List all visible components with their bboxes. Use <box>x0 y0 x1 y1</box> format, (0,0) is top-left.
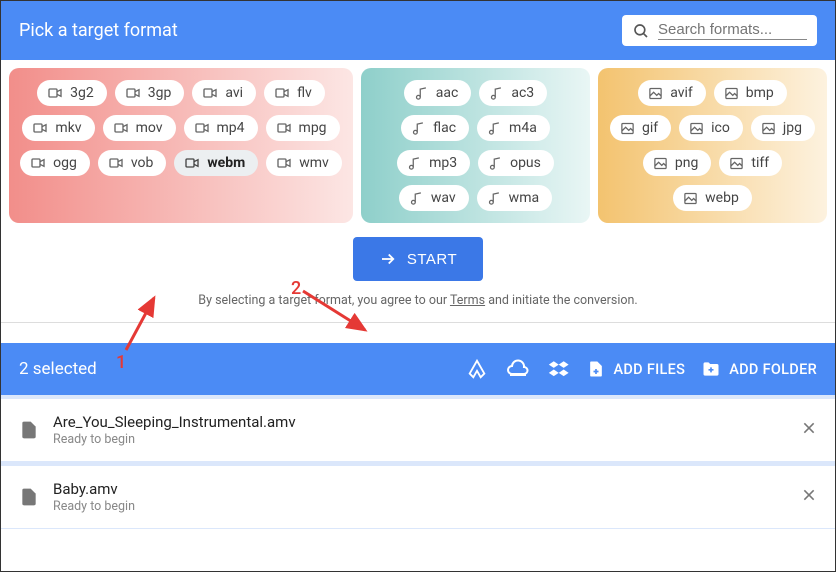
format-ico[interactable]: ico <box>679 115 743 141</box>
music-icon <box>407 156 422 171</box>
image-icon <box>653 156 668 171</box>
format-avif[interactable]: avif <box>638 80 706 106</box>
cloud-icon[interactable] <box>506 357 530 381</box>
image-icon <box>761 121 776 136</box>
format-m4a[interactable]: m4a <box>477 115 550 141</box>
dropbox-icon[interactable] <box>548 358 570 380</box>
search-input[interactable] <box>658 21 807 40</box>
add-files-button[interactable]: ADD FILES <box>586 359 686 379</box>
format-gif[interactable]: gif <box>610 115 671 141</box>
image-icon <box>729 156 744 171</box>
group-audio: aac ac3 flac m4a mp3 opus wav wma <box>361 68 590 223</box>
terms-link[interactable]: Terms <box>450 293 485 308</box>
remove-file-button[interactable] <box>801 487 817 508</box>
format-3g2[interactable]: 3g2 <box>37 80 107 106</box>
music-icon <box>488 156 503 171</box>
image-icon <box>724 86 739 101</box>
video-icon <box>30 155 46 171</box>
file-name: Are_You_Sleeping_Instrumental.amv <box>53 413 787 431</box>
format-opus[interactable]: opus <box>478 150 554 176</box>
format-mov[interactable]: mov <box>103 115 176 141</box>
arrow-right-icon <box>379 250 397 268</box>
selection-count: 2 selected <box>19 359 450 379</box>
format-mpg[interactable]: mpg <box>266 115 340 141</box>
format-flac[interactable]: flac <box>401 115 469 141</box>
add-folder-icon <box>701 359 721 379</box>
format-panel: 3g2 3gp avi flv mkv mov mp4 mpg ogg vob … <box>1 60 835 323</box>
format-wmv[interactable]: wmv <box>266 150 342 176</box>
video-icon <box>113 120 129 136</box>
format-flv[interactable]: flv <box>264 80 325 106</box>
format-ac3[interactable]: ac3 <box>479 80 547 106</box>
terms-text: By selecting a target format, you agree … <box>9 293 827 308</box>
music-icon <box>411 121 426 136</box>
close-icon <box>801 420 817 436</box>
format-jpg[interactable]: jpg <box>751 115 815 141</box>
image-icon <box>648 86 663 101</box>
format-ogg[interactable]: ogg <box>20 150 90 176</box>
image-icon <box>683 191 698 206</box>
search-icon <box>632 22 650 40</box>
file-icon <box>19 420 39 440</box>
file-row: Are_You_Sleeping_Instrumental.amv Ready … <box>1 399 835 462</box>
video-icon <box>202 85 218 101</box>
format-wav[interactable]: wav <box>399 185 469 211</box>
video-icon <box>276 155 292 171</box>
remove-file-button[interactable] <box>801 420 817 441</box>
image-icon <box>620 121 635 136</box>
video-icon <box>276 120 292 136</box>
add-folder-button[interactable]: ADD FOLDER <box>701 359 817 379</box>
video-icon <box>184 155 200 171</box>
format-png[interactable]: png <box>643 150 711 176</box>
start-button[interactable]: START <box>353 237 483 281</box>
annotation-label-1: 1 <box>116 352 126 373</box>
format-aac[interactable]: aac <box>404 80 472 106</box>
header: Pick a target format <box>1 1 835 60</box>
format-3gp[interactable]: 3gp <box>115 80 185 106</box>
format-webp[interactable]: webp <box>673 185 752 211</box>
format-wma[interactable]: wma <box>477 185 552 211</box>
add-file-icon <box>586 359 606 379</box>
page-title: Pick a target format <box>19 20 178 41</box>
format-mkv[interactable]: mkv <box>22 115 94 141</box>
annotation-label-2: 2 <box>291 278 301 299</box>
music-icon <box>489 86 504 101</box>
video-icon <box>194 120 210 136</box>
format-avi[interactable]: avi <box>192 80 256 106</box>
format-vob[interactable]: vob <box>98 150 167 176</box>
music-icon <box>414 86 429 101</box>
group-image: avif bmp gif ico jpg png tiff webp <box>598 68 827 223</box>
file-name: Baby.amv <box>53 480 787 498</box>
video-icon <box>125 85 141 101</box>
format-webm[interactable]: webm <box>174 150 258 176</box>
music-icon <box>409 191 424 206</box>
format-mp3[interactable]: mp3 <box>397 150 470 176</box>
file-row: Baby.amv Ready to begin <box>1 466 835 529</box>
group-video: 3g2 3gp avi flv mkv mov mp4 mpg ogg vob … <box>9 68 353 223</box>
format-mp4[interactable]: mp4 <box>184 115 258 141</box>
video-icon <box>108 155 124 171</box>
format-tiff[interactable]: tiff <box>719 150 782 176</box>
close-icon <box>801 487 817 503</box>
music-icon <box>487 191 502 206</box>
image-icon <box>689 121 704 136</box>
file-status: Ready to begin <box>53 499 787 514</box>
video-icon <box>32 120 48 136</box>
file-icon <box>19 487 39 507</box>
format-bmp[interactable]: bmp <box>714 80 787 106</box>
gdrive-icon[interactable] <box>466 358 488 380</box>
video-icon <box>47 85 63 101</box>
video-icon <box>274 85 290 101</box>
file-status: Ready to begin <box>53 432 787 447</box>
music-icon <box>487 121 502 136</box>
search-box[interactable] <box>622 15 817 46</box>
